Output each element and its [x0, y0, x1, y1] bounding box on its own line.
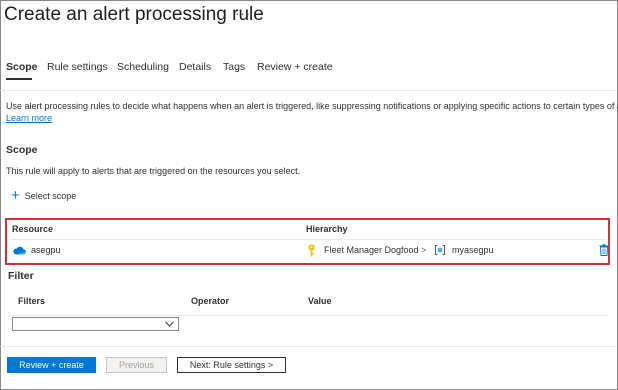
scope-description: This rule will apply to alerts that are … — [6, 166, 301, 176]
scope-heading: Scope — [6, 144, 38, 156]
tab-scope[interactable]: Scope — [6, 61, 38, 73]
tab-scheduling[interactable]: Scheduling — [117, 61, 169, 73]
chevron-down-icon — [165, 321, 174, 327]
column-header-hierarchy: Hierarchy — [306, 224, 348, 234]
key-icon — [308, 244, 315, 257]
more-options-button[interactable]: ··· — [235, 6, 251, 21]
cloud-icon — [13, 246, 26, 255]
page-title: Create an alert processing rule — [4, 4, 264, 25]
review-create-button[interactable]: Review + create — [7, 357, 96, 373]
tab-rule-settings[interactable]: Rule settings — [47, 61, 108, 73]
tab-review-create[interactable]: Review + create — [257, 61, 333, 73]
resource-icon — [435, 245, 445, 255]
intro-description: Use alert processing rules to decide wha… — [6, 101, 618, 111]
column-header-value: Value — [308, 296, 332, 306]
learn-more-link[interactable]: Learn more — [6, 113, 52, 123]
tabs-divider — [0, 90, 616, 91]
filter-heading: Filter — [8, 270, 34, 282]
select-scope-button[interactable]: + Select scope — [11, 187, 77, 204]
resource-name: asegpu — [31, 245, 61, 255]
hierarchy-separator: > — [421, 245, 427, 255]
footer-divider — [0, 346, 616, 347]
filters-dropdown[interactable] — [12, 317, 179, 331]
column-header-operator: Operator — [191, 296, 230, 306]
filter-header-divider — [8, 315, 608, 316]
plus-icon: + — [11, 187, 20, 204]
delete-icon[interactable] — [599, 244, 609, 256]
column-header-resource: Resource — [12, 224, 54, 234]
column-header-filters: Filters — [18, 296, 46, 306]
select-scope-label: Select scope — [24, 191, 77, 201]
scope-table: Resource Hierarchy asegpu Fleet Manager … — [5, 218, 610, 265]
hierarchy-subscription: Fleet Manager Dogfood — [324, 245, 419, 255]
window-frame — [0, 0, 618, 390]
previous-button[interactable]: Previous — [106, 357, 167, 373]
tab-details[interactable]: Details — [179, 61, 211, 73]
next-rule-settings-button[interactable]: Next: Rule settings > — [177, 357, 286, 373]
hierarchy-resource: myasegpu — [452, 245, 494, 255]
tab-tags[interactable]: Tags — [223, 61, 245, 73]
active-tab-indicator — [6, 78, 32, 80]
table-header-divider — [10, 239, 606, 240]
